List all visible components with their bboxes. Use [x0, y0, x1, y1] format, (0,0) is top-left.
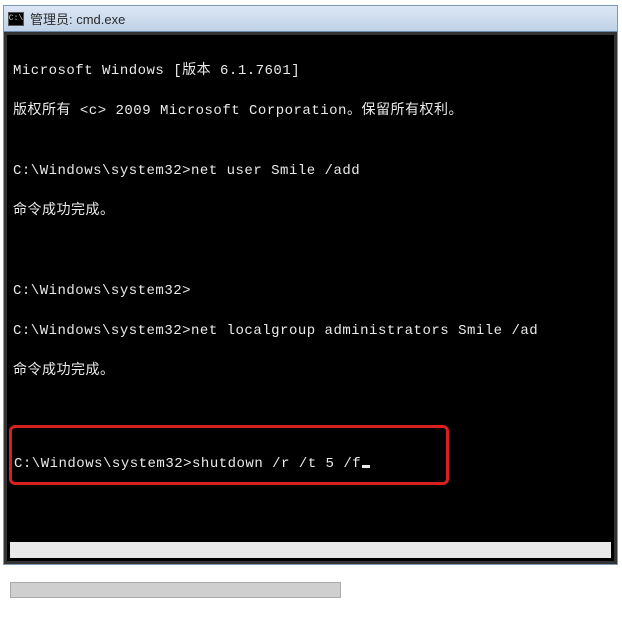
text-cursor — [362, 465, 370, 468]
prompt-line: C:\Windows\system32> — [13, 281, 612, 301]
highlighted-command-box: C:\Windows\system32>shutdown /r /t 5 /f — [9, 425, 449, 485]
prompt-line: C:\Windows\system32>net user Smile /add — [13, 161, 612, 181]
cmd-icon: C:\ — [8, 12, 24, 26]
output-line: 命令成功完成。 — [13, 361, 612, 381]
scrollbar-thumb[interactable] — [10, 582, 341, 598]
window-titlebar[interactable]: C:\ 管理员: cmd.exe — [4, 6, 617, 32]
horizontal-scrollbar[interactable] — [10, 542, 611, 558]
current-prompt-line: C:\Windows\system32>shutdown /r /t 5 /f — [14, 456, 361, 472]
prompt-line: C:\Windows\system32>net localgroup admin… — [13, 321, 612, 341]
window-title: 管理员: cmd.exe — [30, 9, 125, 28]
cmd-window: C:\ 管理员: cmd.exe Microsoft Windows [版本 6… — [3, 5, 618, 565]
output-line: 命令成功完成。 — [13, 201, 612, 221]
output-line: Microsoft Windows [版本 6.1.7601] — [13, 61, 612, 81]
output-line: 版权所有 <c> 2009 Microsoft Corporation。保留所有… — [13, 101, 612, 121]
terminal-area[interactable]: Microsoft Windows [版本 6.1.7601] 版权所有 <c>… — [4, 32, 617, 564]
